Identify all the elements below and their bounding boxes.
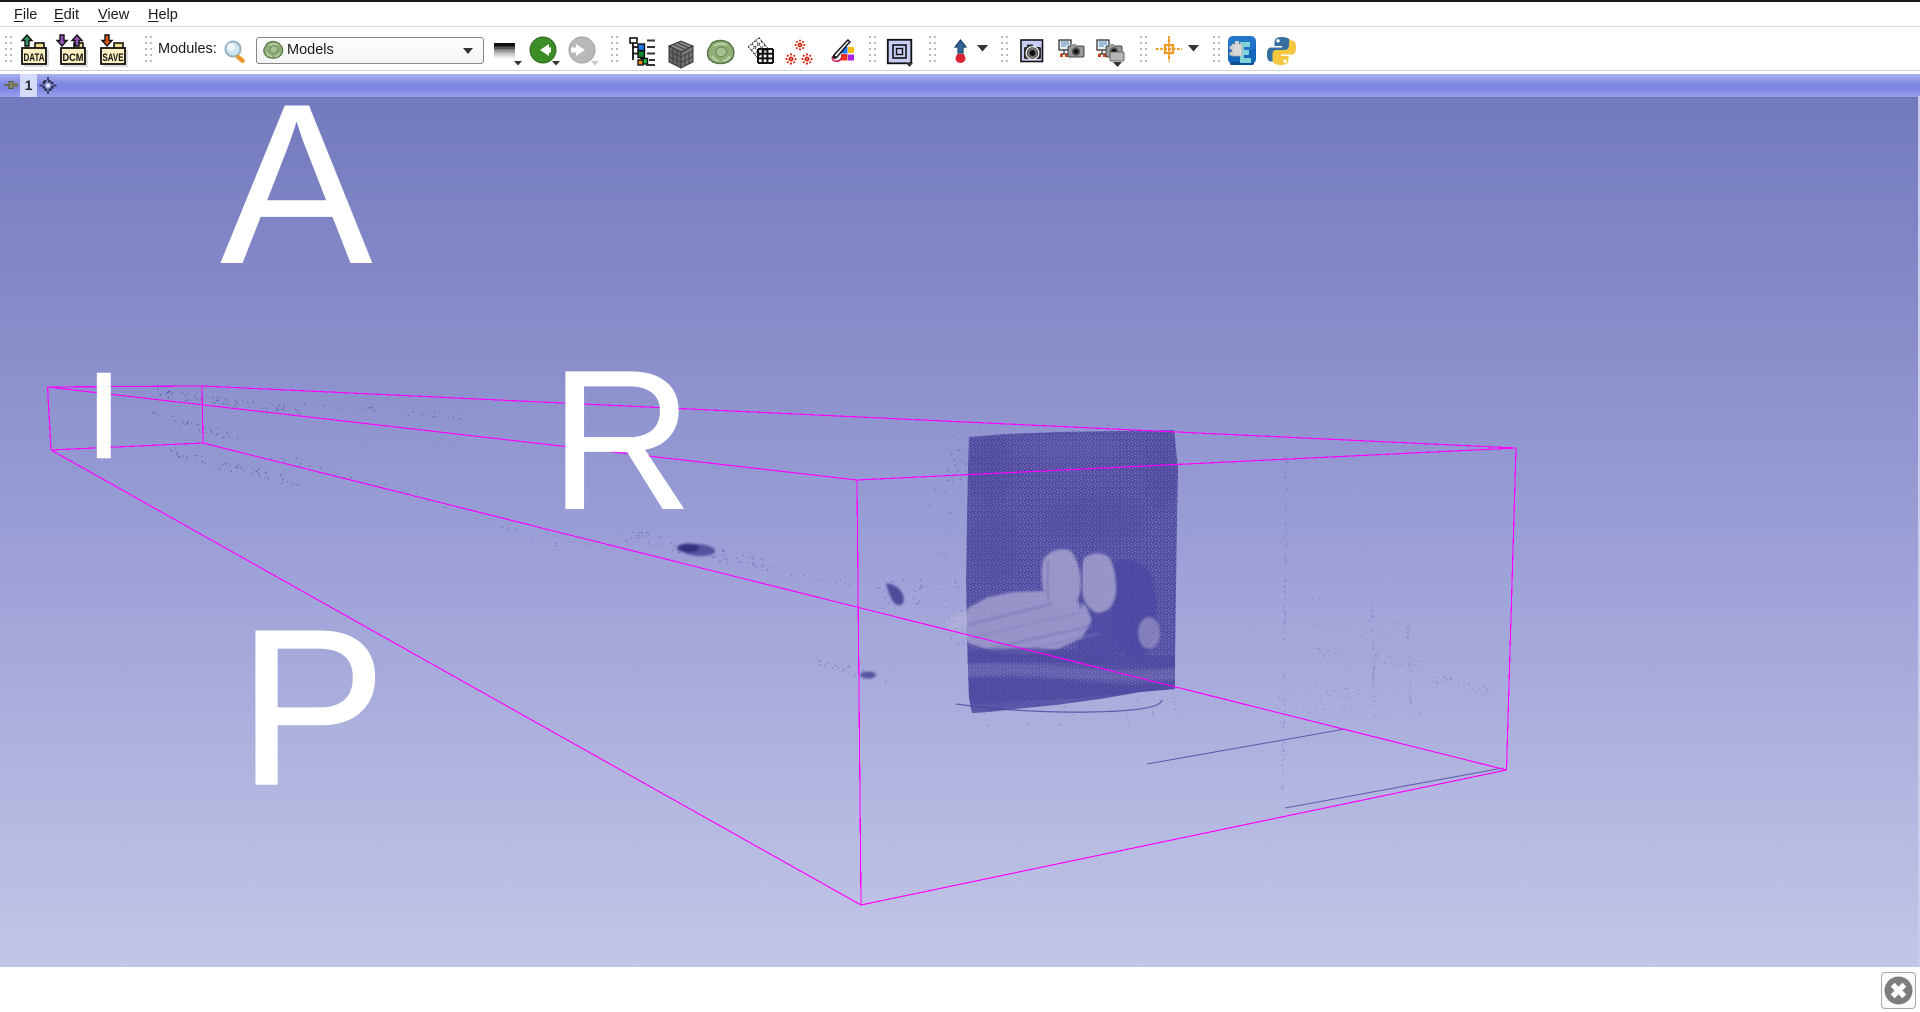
svg-text:P: P (238, 584, 386, 832)
svg-text:DCM: DCM (63, 52, 84, 64)
svg-text:DATA: DATA (24, 52, 45, 64)
svg-text:I: I (87, 347, 121, 483)
svg-text:A: A (220, 98, 373, 312)
svg-text:SAVE: SAVE (103, 52, 124, 64)
svg-text:R: R (549, 329, 693, 552)
